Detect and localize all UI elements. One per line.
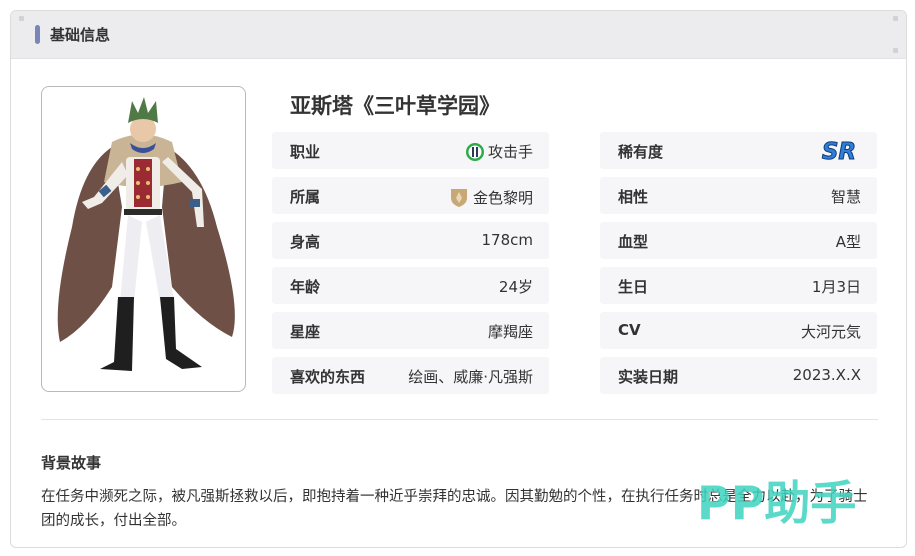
- birthday-value: 1月3日: [811, 278, 861, 296]
- release-date-value: 2023.X.X: [792, 366, 861, 384]
- info-row-rarity: 稀有度 SR: [600, 132, 877, 169]
- info-value: 金色黎明: [448, 186, 533, 208]
- info-label: 喜欢的东西: [290, 368, 366, 386]
- character-portrait: [41, 86, 246, 392]
- attacker-icon: [465, 142, 484, 161]
- info-label: 实装日期: [618, 368, 679, 386]
- info-label: 年龄: [290, 278, 321, 296]
- info-row-constellation: 星座 摩羯座: [272, 312, 549, 349]
- info-row-profession: 职业 攻击手: [272, 132, 549, 169]
- corner-dot: [19, 16, 24, 21]
- likes-value: 绘画、威廉·凡强斯: [408, 368, 533, 386]
- info-row-affinity: 相性 智慧: [600, 177, 877, 214]
- age-value: 24岁: [498, 278, 533, 296]
- info-label: 相性: [618, 188, 649, 206]
- info-row-release-date: 实装日期 2023.X.X: [600, 357, 877, 394]
- info-row-blood-type: 血型 A型: [600, 222, 877, 259]
- header-title: 基础信息: [50, 26, 111, 44]
- info-label: 稀有度: [618, 143, 664, 161]
- card-header: 基础信息: [11, 11, 906, 59]
- info-label: 生日: [618, 278, 649, 296]
- header-accent-bar: [35, 25, 40, 44]
- info-label: 身高: [290, 233, 321, 251]
- pp-assistant-watermark: PP助手: [697, 476, 856, 530]
- corner-dot: [893, 48, 898, 53]
- info-value: SR: [817, 136, 861, 166]
- character-name: 亚斯塔《三叶草学园》: [290, 94, 500, 118]
- affinity-value: 智慧: [830, 188, 861, 206]
- basic-info-card: 基础信息 亚斯塔《三叶草学园》 职业 攻击手 所属 金色黎明 身高 178cm …: [10, 10, 907, 548]
- constellation-value: 摩羯座: [487, 323, 533, 341]
- faction-value: 金色黎明: [472, 188, 533, 207]
- info-label: 职业: [290, 143, 321, 161]
- info-row-birthday: 生日 1月3日: [600, 267, 877, 304]
- info-row-height: 身高 178cm: [272, 222, 549, 259]
- info-row-faction: 所属 金色黎明: [272, 177, 549, 214]
- blood-type-value: A型: [835, 233, 861, 251]
- info-label: 血型: [618, 233, 649, 251]
- corner-dot: [893, 16, 898, 21]
- section-divider: [41, 419, 878, 420]
- story-title: 背景故事: [41, 454, 102, 472]
- golden-dawn-emblem-icon: [450, 189, 467, 207]
- profession-value: 攻击手: [487, 143, 533, 161]
- height-value: 178cm: [481, 231, 534, 249]
- info-row-age: 年龄 24岁: [272, 267, 549, 304]
- info-row-cv: CV 大河元気: [600, 312, 877, 349]
- cv-value: 大河元気: [800, 323, 861, 341]
- info-value: 攻击手: [465, 141, 533, 162]
- watermark-text: PP助手: [697, 476, 856, 530]
- info-label: CV: [618, 321, 641, 339]
- info-label: 星座: [290, 323, 321, 341]
- character-portrait-image: [57, 97, 235, 371]
- info-label: 所属: [290, 188, 321, 206]
- rarity-value: SR: [822, 139, 856, 165]
- info-row-likes: 喜欢的东西 绘画、威廉·凡强斯: [272, 357, 549, 394]
- sr-badge-icon: SR: [821, 139, 856, 166]
